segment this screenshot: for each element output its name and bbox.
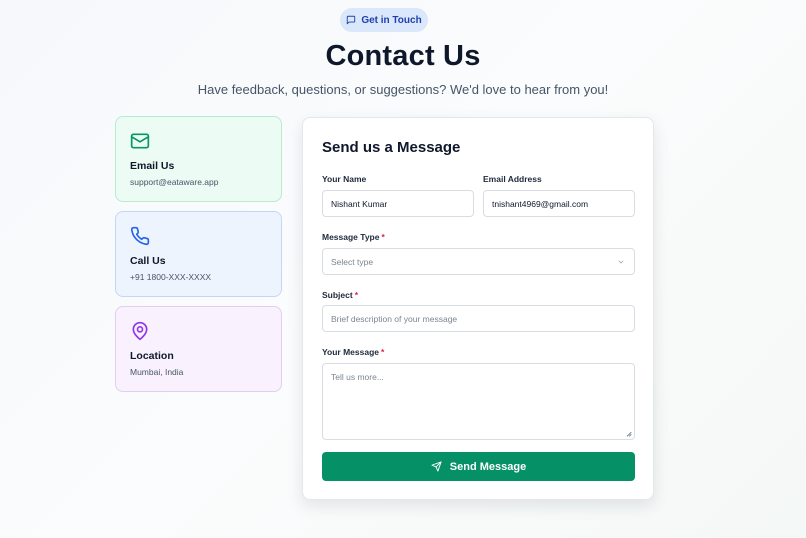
- email-card: Email Us support@eataware.app: [115, 116, 282, 202]
- form-title: Send us a Message: [322, 139, 461, 156]
- email-card-title: Email Us: [130, 160, 175, 172]
- message-textarea[interactable]: Tell us more...: [322, 363, 635, 440]
- location-card: Location Mumbai, India: [115, 306, 282, 392]
- required-mark: *: [381, 232, 385, 242]
- name-input[interactable]: Nishant Kumar: [322, 190, 474, 217]
- get-in-touch-badge: Get in Touch: [340, 8, 428, 32]
- send-message-label: Send Message: [449, 460, 527, 473]
- call-card-value: +91 1800-XXX-XXXX: [130, 272, 212, 282]
- mail-icon: [130, 133, 150, 149]
- message-type-placeholder: Select type: [331, 256, 374, 267]
- location-card-title: Location: [130, 350, 174, 362]
- page-subtitle: Have feedback, questions, or suggestions…: [197, 82, 609, 97]
- email-label: Email Address: [483, 174, 542, 184]
- resize-handle-icon[interactable]: [625, 430, 632, 437]
- location-card-value: Mumbai, India: [130, 367, 184, 377]
- email-input-value: tnishant4969@gmail.com: [492, 198, 589, 209]
- call-card: Call Us +91 1800-XXX-XXXX: [115, 211, 282, 297]
- message-type-select[interactable]: Select type: [322, 248, 635, 275]
- your-message-label: Your Message *: [322, 347, 385, 357]
- map-pin-icon: [132, 321, 148, 341]
- subject-label: Subject *: [322, 290, 359, 300]
- message-square-icon: [347, 15, 356, 25]
- chevron-down-icon: [618, 260, 624, 264]
- email-card-value: support@eataware.app: [130, 177, 219, 187]
- message-type-label: Message Type *: [322, 232, 385, 242]
- name-input-value: Nishant Kumar: [331, 198, 388, 209]
- badge-label: Get in Touch: [361, 14, 422, 26]
- page-title: Contact Us: [325, 40, 481, 72]
- contact-form: Send us a Message Your Name Nishant Kuma…: [302, 117, 654, 500]
- phone-icon: [130, 226, 150, 246]
- call-card-title: Call Us: [130, 255, 166, 267]
- name-label: Your Name: [322, 174, 367, 184]
- message-placeholder: Tell us more...: [331, 372, 384, 382]
- email-input[interactable]: tnishant4969@gmail.com: [483, 190, 635, 217]
- send-message-button[interactable]: Send Message: [322, 452, 635, 481]
- subject-input[interactable]: Brief description of your message: [322, 305, 635, 332]
- subject-placeholder: Brief description of your message: [331, 313, 458, 324]
- required-mark: *: [381, 347, 385, 357]
- send-icon: [431, 461, 442, 472]
- required-mark: *: [354, 290, 359, 300]
